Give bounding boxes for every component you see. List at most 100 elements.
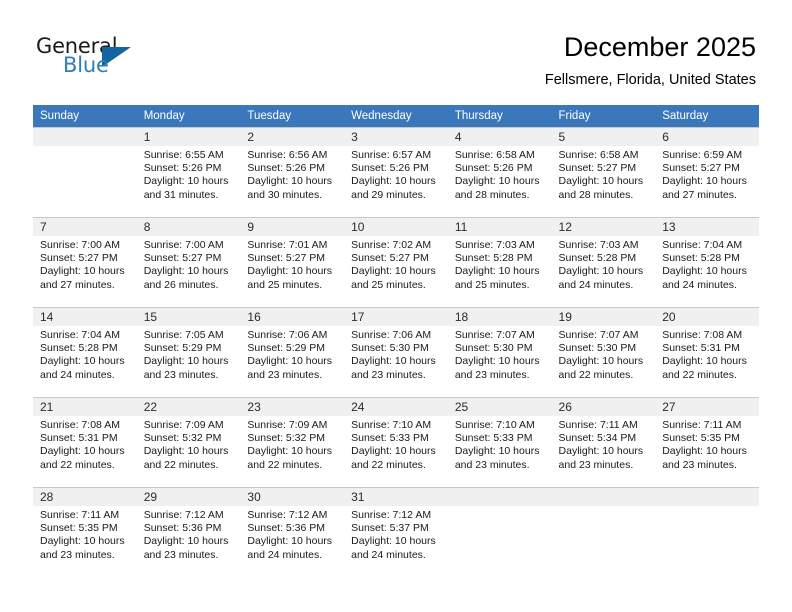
sunset-time: Sunset: 5:35 PM <box>40 522 118 535</box>
daylight-duration-line1: Daylight: 10 hours <box>247 535 333 548</box>
daylight-duration-line1: Daylight: 10 hours <box>247 265 333 278</box>
day-number: 17 <box>344 308 448 326</box>
sunrise-time: Sunrise: 7:03 AM <box>454 239 535 251</box>
day-info: Sunrise: 7:12 AM Sunset: 5:37 PM Daylight:… <box>344 506 448 562</box>
calendar-body: 1 Sunrise: 6:55 AM Sunset: 5:26 PM Daylight… <box>33 127 759 577</box>
sunrise-time: Sunrise: 7:03 AM <box>558 239 639 251</box>
daylight-duration-line2: and 27 minutes. <box>662 188 737 201</box>
sunset-time: Sunset: 5:35 PM <box>662 432 740 445</box>
calendar-day[interactable]: 12 Sunrise: 7:03 AM Sunset: 5:28 PM Dayligh… <box>551 217 656 307</box>
calendar-cell: 25 Sunrise: 7:10 AM Sunset: 5:33 PM Dayligh… <box>447 397 552 487</box>
calendar-day[interactable]: 9 Sunrise: 7:01 AM Sunset: 5:27 PM Daylight… <box>240 217 345 307</box>
day-number: 23 <box>240 398 345 416</box>
sunrise-time: Sunrise: 6:58 AM <box>558 149 639 161</box>
sunrise-time: Sunrise: 7:12 AM <box>247 509 328 521</box>
day-info: Sunrise: 7:11 AM Sunset: 5:35 PM Daylight:… <box>655 416 759 472</box>
calendar-day[interactable]: 24 Sunrise: 7:10 AM Sunset: 5:33 PM Dayligh… <box>344 397 448 487</box>
sunset-time: Sunset: 5:27 PM <box>351 252 429 265</box>
weekday-header-saturday: Saturday <box>655 105 759 127</box>
calendar-day[interactable]: 14 Sunrise: 7:04 AM Sunset: 5:28 PM Dayligh… <box>33 307 137 397</box>
brand-logo[interactable]: General Blue <box>36 34 236 84</box>
calendar-page: General Blue December 2025 Fellsmere, Fl… <box>0 0 792 612</box>
daylight-duration-line1: Daylight: 10 hours <box>662 265 747 278</box>
day-info: Sunrise: 7:01 AM Sunset: 5:27 PM Daylight:… <box>240 236 344 292</box>
calendar-day[interactable]: 28 Sunrise: 7:11 AM Sunset: 5:35 PM Dayligh… <box>33 487 137 577</box>
calendar-day-empty <box>447 487 552 577</box>
calendar-day[interactable]: 17 Sunrise: 7:06 AM Sunset: 5:30 PM Dayligh… <box>344 307 448 397</box>
day-info: Sunrise: 7:02 AM Sunset: 5:27 PM Daylight:… <box>344 236 448 292</box>
calendar-day[interactable]: 25 Sunrise: 7:10 AM Sunset: 5:33 PM Dayligh… <box>447 397 552 487</box>
calendar-cell: 13 Sunrise: 7:04 AM Sunset: 5:28 PM Dayligh… <box>655 217 759 307</box>
daylight-duration-line2: and 24 minutes. <box>351 548 426 561</box>
daylight-duration-line1: Daylight: 10 hours <box>351 535 436 548</box>
calendar-day[interactable]: 22 Sunrise: 7:09 AM Sunset: 5:32 PM Dayligh… <box>136 397 241 487</box>
day-number: 28 <box>33 488 137 506</box>
sunrise-time: Sunrise: 7:12 AM <box>351 509 432 521</box>
calendar-day[interactable]: 29 Sunrise: 7:12 AM Sunset: 5:36 PM Dayligh… <box>136 487 241 577</box>
daylight-duration-line2: and 25 minutes. <box>351 278 426 291</box>
daylight-duration-line2: and 22 minutes. <box>143 458 219 471</box>
day-info: Sunrise: 7:11 AM Sunset: 5:35 PM Daylight:… <box>33 506 137 562</box>
calendar-day[interactable]: 23 Sunrise: 7:09 AM Sunset: 5:32 PM Dayligh… <box>240 397 345 487</box>
day-number <box>447 488 552 506</box>
daylight-duration-line1: Daylight: 10 hours <box>247 175 333 188</box>
day-info: Sunrise: 6:58 AM Sunset: 5:27 PM Daylight:… <box>552 146 656 202</box>
page-title: December 2025 <box>563 32 756 62</box>
sunrise-time: Sunrise: 7:00 AM <box>40 239 120 251</box>
calendar-day[interactable]: 19 Sunrise: 7:07 AM Sunset: 5:30 PM Dayligh… <box>551 307 656 397</box>
calendar-cell: 4 Sunrise: 6:58 AM Sunset: 5:26 PM Daylight… <box>447 127 552 217</box>
day-number: 27 <box>655 398 759 416</box>
calendar-day[interactable]: 5 Sunrise: 6:58 AM Sunset: 5:27 PM Daylight… <box>551 127 656 217</box>
calendar-day[interactable]: 8 Sunrise: 7:00 AM Sunset: 5:27 PM Daylight… <box>136 217 241 307</box>
daylight-duration-line2: and 23 minutes. <box>454 458 530 471</box>
daylight-duration-line1: Daylight: 10 hours <box>351 175 436 188</box>
calendar-day[interactable]: 11 Sunrise: 7:03 AM Sunset: 5:28 PM Dayligh… <box>447 217 552 307</box>
calendar-day[interactable]: 20 Sunrise: 7:08 AM Sunset: 5:31 PM Dayligh… <box>655 307 759 397</box>
calendar-day[interactable]: 27 Sunrise: 7:11 AM Sunset: 5:35 PM Dayligh… <box>655 397 759 487</box>
sunrise-time: Sunrise: 7:11 AM <box>662 419 742 431</box>
calendar-day[interactable]: 26 Sunrise: 7:11 AM Sunset: 5:34 PM Dayligh… <box>551 397 656 487</box>
calendar-day[interactable]: 13 Sunrise: 7:04 AM Sunset: 5:28 PM Dayligh… <box>655 217 759 307</box>
sunset-time: Sunset: 5:29 PM <box>143 342 222 355</box>
day-number: 25 <box>447 398 552 416</box>
calendar-day[interactable]: 31 Sunrise: 7:12 AM Sunset: 5:37 PM Dayligh… <box>344 487 448 577</box>
sunrise-time: Sunrise: 7:02 AM <box>351 239 432 251</box>
calendar-day[interactable]: 10 Sunrise: 7:02 AM Sunset: 5:27 PM Dayligh… <box>344 217 448 307</box>
page-subtitle: Fellsmere, Florida, United States <box>544 72 756 88</box>
calendar-day[interactable]: 30 Sunrise: 7:12 AM Sunset: 5:36 PM Dayligh… <box>240 487 345 577</box>
day-number: 16 <box>240 308 345 326</box>
calendar-day[interactable]: 15 Sunrise: 7:05 AM Sunset: 5:29 PM Dayligh… <box>136 307 241 397</box>
sunrise-time: Sunrise: 6:59 AM <box>662 149 743 161</box>
sunrise-time: Sunrise: 6:55 AM <box>143 149 224 161</box>
sunrise-time: Sunrise: 7:08 AM <box>662 329 743 341</box>
calendar-day[interactable]: 2 Sunrise: 6:56 AM Sunset: 5:26 PM Daylight… <box>240 127 345 217</box>
calendar-cell: 20 Sunrise: 7:08 AM Sunset: 5:31 PM Dayligh… <box>655 307 759 397</box>
daylight-duration-line2: and 23 minutes. <box>558 458 634 471</box>
sunset-time: Sunset: 5:31 PM <box>662 342 740 355</box>
calendar-day[interactable]: 6 Sunrise: 6:59 AM Sunset: 5:27 PM Daylight… <box>655 127 759 217</box>
daylight-duration-line1: Daylight: 10 hours <box>558 265 644 278</box>
calendar-day[interactable]: 21 Sunrise: 7:08 AM Sunset: 5:31 PM Dayligh… <box>33 397 137 487</box>
calendar-cell: 21 Sunrise: 7:08 AM Sunset: 5:31 PM Dayligh… <box>33 397 137 487</box>
sunset-time: Sunset: 5:29 PM <box>247 342 326 355</box>
calendar-day[interactable]: 18 Sunrise: 7:07 AM Sunset: 5:30 PM Dayligh… <box>447 307 552 397</box>
calendar-day[interactable]: 3 Sunrise: 6:57 AM Sunset: 5:26 PM Daylight… <box>344 127 448 217</box>
day-number <box>551 488 656 506</box>
day-number: 22 <box>136 398 241 416</box>
sunset-time: Sunset: 5:34 PM <box>558 432 637 445</box>
sunset-time: Sunset: 5:26 PM <box>247 162 326 175</box>
sunrise-time: Sunrise: 6:58 AM <box>454 149 535 161</box>
calendar-day[interactable]: 16 Sunrise: 7:06 AM Sunset: 5:29 PM Dayligh… <box>240 307 345 397</box>
calendar-day[interactable]: 7 Sunrise: 7:00 AM Sunset: 5:27 PM Daylight… <box>33 217 137 307</box>
sunrise-time: Sunrise: 7:06 AM <box>247 329 328 341</box>
sunrise-time: Sunrise: 7:04 AM <box>662 239 743 251</box>
calendar-day[interactable]: 4 Sunrise: 6:58 AM Sunset: 5:26 PM Daylight… <box>447 127 552 217</box>
daylight-duration-line2: and 29 minutes. <box>351 188 426 201</box>
daylight-duration-line2: and 24 minutes. <box>558 278 634 291</box>
calendar-day[interactable]: 1 Sunrise: 6:55 AM Sunset: 5:26 PM Daylight… <box>136 127 241 217</box>
day-number: 10 <box>344 218 448 236</box>
calendar-cell: 16 Sunrise: 7:06 AM Sunset: 5:29 PM Dayligh… <box>240 307 345 397</box>
calendar-cell: 7 Sunrise: 7:00 AM Sunset: 5:27 PM Daylight… <box>33 217 137 307</box>
daylight-duration-line2: and 23 minutes. <box>247 368 323 381</box>
day-number: 15 <box>136 308 241 326</box>
